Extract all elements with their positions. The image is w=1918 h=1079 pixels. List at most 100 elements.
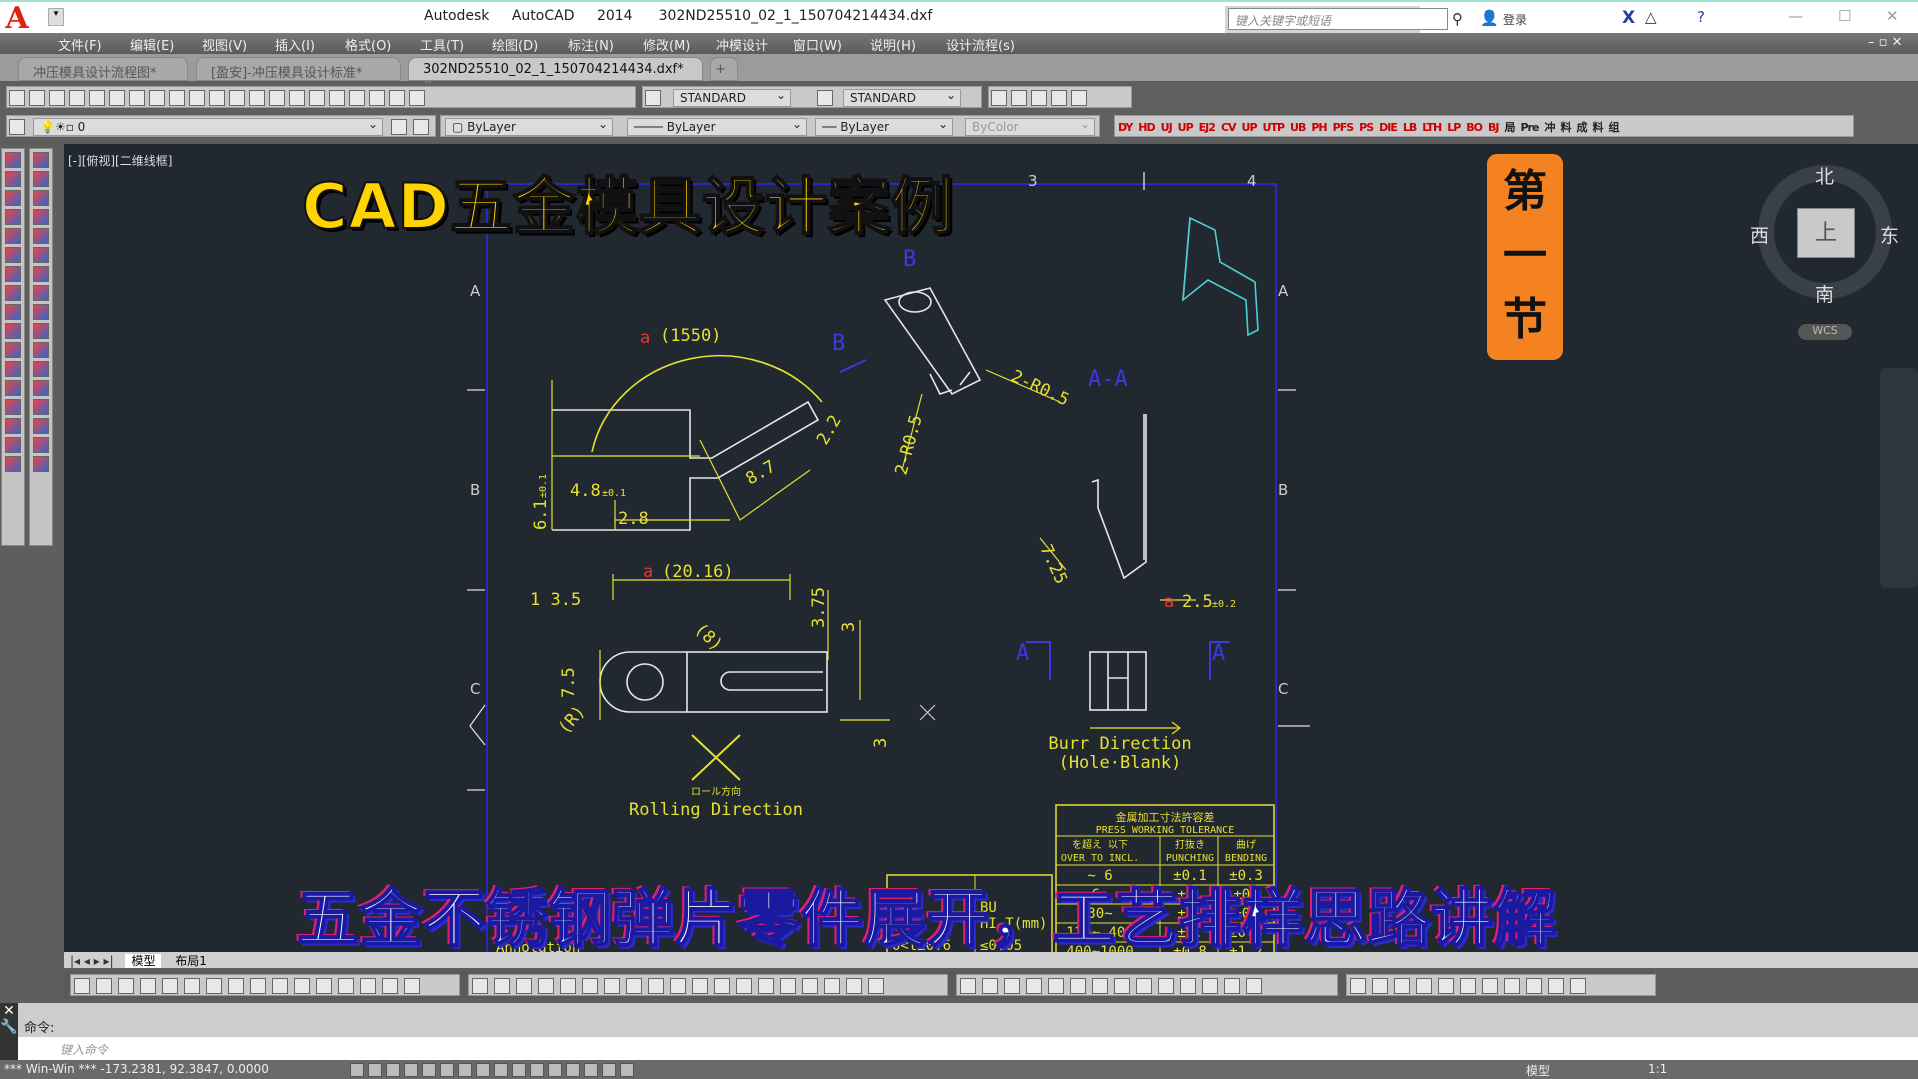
login-link[interactable]: 登录 <box>1503 11 1527 28</box>
doc-window-controls[interactable]: – ▫ ✕ <box>1868 35 1902 50</box>
plugin-button-16[interactable]: BO <box>1466 121 1483 134</box>
status-toggle-15[interactable] <box>619 1062 634 1077</box>
bt2-tool-8-icon[interactable] <box>648 978 664 994</box>
plugin-button-3[interactable]: UP <box>1178 121 1194 134</box>
maximize-button[interactable]: ☐ <box>1838 7 1851 25</box>
menu-draw[interactable]: 绘图(D) <box>492 35 538 54</box>
status-toggle-13[interactable] <box>583 1062 598 1077</box>
bt1-tool-10-icon[interactable] <box>294 978 310 994</box>
cut-icon[interactable] <box>129 90 145 106</box>
plugin-button-11[interactable]: PS <box>1359 121 1374 134</box>
bt4-tool-8-icon[interactable] <box>1526 978 1542 994</box>
bt2-tool-18-icon[interactable] <box>868 978 884 994</box>
plugin-button-23[interactable]: 料 <box>1592 119 1603 135</box>
modify-tool-2-icon[interactable] <box>33 190 49 206</box>
tool-palettes-icon[interactable] <box>369 90 385 106</box>
bt1-tool-9-icon[interactable] <box>272 978 288 994</box>
modify-tool-9-icon[interactable] <box>33 323 49 339</box>
modify-tool-1-icon[interactable] <box>33 171 49 187</box>
status-toggle-11[interactable] <box>547 1062 562 1077</box>
compass-east[interactable]: 东 <box>1880 221 1899 248</box>
model-space-button[interactable]: 模型 <box>1526 1062 1550 1079</box>
bt1-tool-11-icon[interactable] <box>316 978 332 994</box>
plugin-button-15[interactable]: LP <box>1447 121 1461 134</box>
bt1-tool-15-icon[interactable] <box>404 978 420 994</box>
plugin-button-2[interactable]: UJ <box>1161 121 1173 134</box>
menu-tools[interactable]: 工具(T) <box>420 35 464 54</box>
table-style-icon[interactable] <box>991 90 1007 106</box>
bt4-tool-5-icon[interactable] <box>1460 978 1476 994</box>
plugin-button-20[interactable]: 冲 <box>1544 119 1555 135</box>
menu-format[interactable]: 格式(O) <box>345 35 391 54</box>
bt2-tool-17-icon[interactable] <box>846 978 862 994</box>
bt3-tool-5-icon[interactable] <box>1070 978 1086 994</box>
bt2-tool-13-icon[interactable] <box>758 978 774 994</box>
plugin-button-18[interactable]: 局 <box>1505 119 1516 135</box>
text-style-icon[interactable] <box>645 90 661 106</box>
pan-icon[interactable] <box>249 90 265 106</box>
bt1-tool-2-icon[interactable] <box>118 978 134 994</box>
status-toggle-5[interactable] <box>439 1062 454 1077</box>
plugin-button-22[interactable]: 成 <box>1576 119 1587 135</box>
multileader-style-icon[interactable] <box>1011 90 1027 106</box>
bt3-tool-2-icon[interactable] <box>1004 978 1020 994</box>
save-icon[interactable] <box>49 90 65 106</box>
bt4-tool-1-icon[interactable] <box>1372 978 1388 994</box>
zoom-window-icon[interactable] <box>289 90 305 106</box>
bt2-tool-5-icon[interactable] <box>582 978 598 994</box>
wcs-menu[interactable]: WCS <box>1798 324 1852 340</box>
draw-tool-8-icon[interactable] <box>5 304 21 320</box>
menu-help[interactable]: 说明(H) <box>870 35 916 54</box>
bt2-tool-3-icon[interactable] <box>538 978 554 994</box>
draw-tool-14-icon[interactable] <box>5 418 21 434</box>
match-properties-icon[interactable] <box>189 90 205 106</box>
modify-tool-15-icon[interactable] <box>33 437 49 453</box>
linetype-select[interactable]: ──── ByLayer <box>627 117 807 136</box>
plotstyle-select[interactable]: ByColor <box>965 117 1095 136</box>
bt2-tool-12-icon[interactable] <box>736 978 752 994</box>
bt4-tool-2-icon[interactable] <box>1394 978 1410 994</box>
autodesk360-icon[interactable]: △ <box>1645 8 1657 26</box>
preview-icon[interactable] <box>89 90 105 106</box>
bt2-tool-0-icon[interactable] <box>472 978 488 994</box>
compass-south[interactable]: 南 <box>1815 280 1834 307</box>
paste-icon[interactable] <box>169 90 185 106</box>
bt1-tool-3-icon[interactable] <box>140 978 156 994</box>
zoom-realtime-icon[interactable] <box>269 90 285 106</box>
draw-tool-2-icon[interactable] <box>5 190 21 206</box>
bt3-tool-10-icon[interactable] <box>1180 978 1196 994</box>
bt4-tool-7-icon[interactable] <box>1504 978 1520 994</box>
status-toggle-12[interactable] <box>565 1062 580 1077</box>
bt2-tool-16-icon[interactable] <box>824 978 840 994</box>
bt1-tool-5-icon[interactable] <box>184 978 200 994</box>
bt3-tool-8-icon[interactable] <box>1136 978 1152 994</box>
drawing-canvas[interactable] <box>64 144 1918 952</box>
plugin-button-10[interactable]: PFS <box>1333 121 1354 134</box>
menu-dimension[interactable]: 标注(N) <box>568 35 614 54</box>
bt1-tool-14-icon[interactable] <box>382 978 398 994</box>
draw-tool-0-icon[interactable] <box>5 152 21 168</box>
open-icon[interactable] <box>29 90 45 106</box>
layout-nav-arrows[interactable]: |◂ ◂ ▸ ▸| <box>70 954 114 968</box>
status-toggle-0[interactable] <box>349 1062 364 1077</box>
bt3-tool-3-icon[interactable] <box>1026 978 1042 994</box>
plugin-button-12[interactable]: DIE <box>1379 121 1398 134</box>
plugin-button-9[interactable]: PH <box>1311 121 1327 134</box>
binoculars-icon[interactable]: ⚲ <box>1452 10 1463 28</box>
draw-tool-1-icon[interactable] <box>5 171 21 187</box>
plugin-button-24[interactable]: 组 <box>1608 119 1619 135</box>
compass-north[interactable]: 北 <box>1815 162 1834 189</box>
bt1-tool-0-icon[interactable] <box>74 978 90 994</box>
viewport-controls[interactable]: [-][俯视][二维线框] <box>68 152 172 169</box>
draw-tool-3-icon[interactable] <box>5 209 21 225</box>
redo-icon[interactable] <box>229 90 245 106</box>
modify-tool-6-icon[interactable] <box>33 266 49 282</box>
modify-tool-10-icon[interactable] <box>33 342 49 358</box>
bt2-tool-9-icon[interactable] <box>670 978 686 994</box>
modify-tool-7-icon[interactable] <box>33 285 49 301</box>
annotation-scale[interactable]: 1:1 <box>1648 1062 1667 1076</box>
bt3-tool-12-icon[interactable] <box>1224 978 1240 994</box>
command-line-close[interactable]: ✕ 🔧 <box>0 1003 18 1060</box>
file-tab[interactable]: [盈安]-冲压模具设计标准* <box>196 57 401 81</box>
draw-tool-4-icon[interactable] <box>5 228 21 244</box>
